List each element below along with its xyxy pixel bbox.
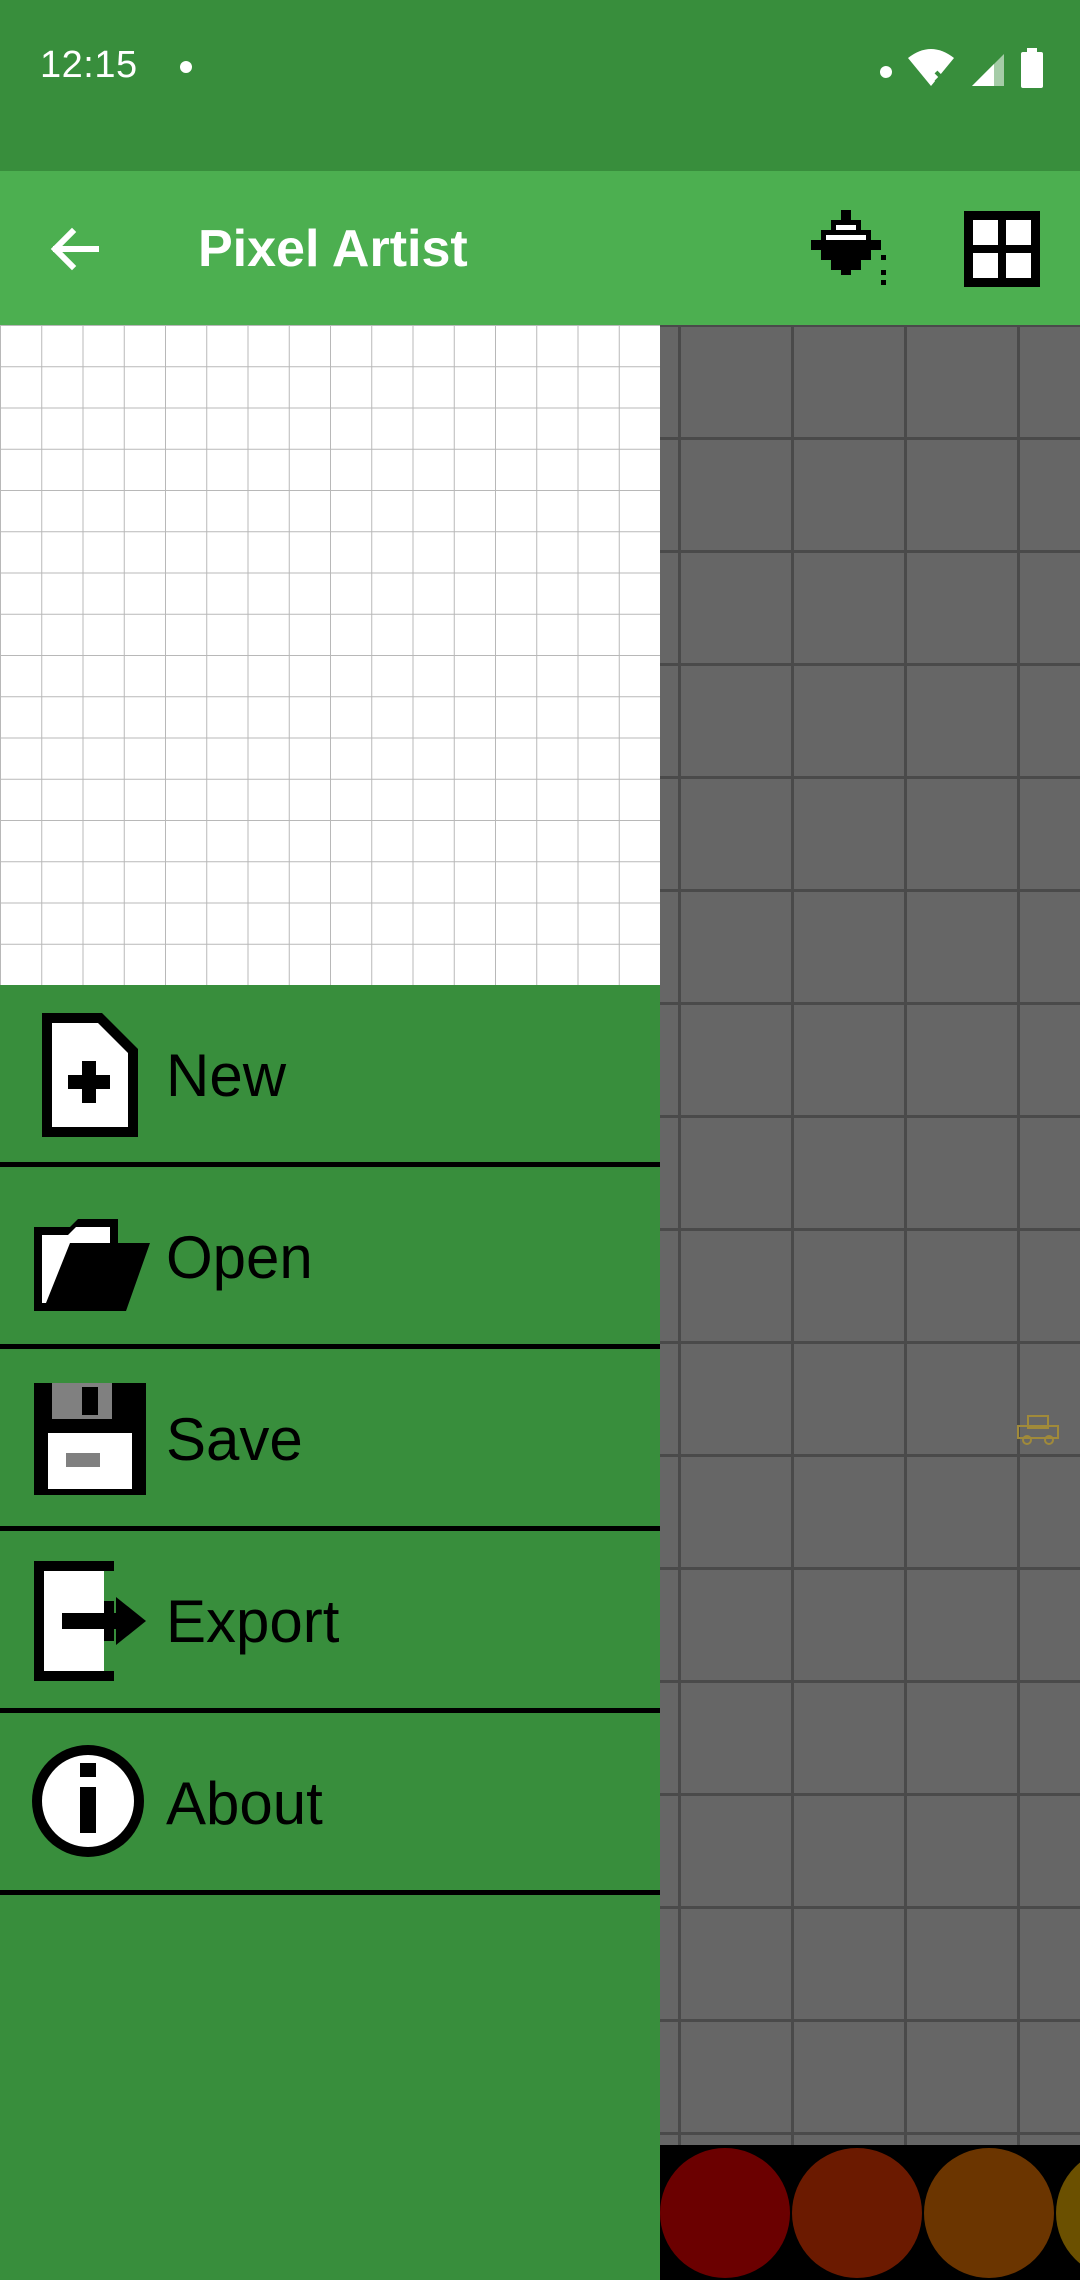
menu-item-new[interactable]: New (0, 985, 660, 1167)
wifi-icon (908, 49, 954, 86)
canvas-preview (0, 325, 660, 985)
cell-signal-icon (972, 54, 1004, 86)
status-bar: 12:15 (0, 0, 1080, 171)
paint-bucket-icon (811, 210, 886, 285)
back-button[interactable] (36, 211, 112, 287)
menu-item-about[interactable]: About (0, 1713, 660, 1895)
floppy-disk-icon (34, 1383, 146, 1495)
app-title: Pixel Artist (198, 220, 468, 278)
battery-icon (1021, 48, 1043, 88)
menu-item-export[interactable]: Export (0, 1531, 660, 1713)
color-palette (660, 2148, 1080, 2280)
color-swatch[interactable] (660, 2148, 790, 2278)
menu-item-open[interactable]: Open (0, 1167, 660, 1349)
app-bar: Pixel Artist (0, 171, 1080, 325)
info-icon (32, 1745, 144, 1857)
arrow-left-icon (50, 227, 99, 271)
grid-toggle-button[interactable] (964, 211, 1040, 287)
status-icons (880, 48, 1044, 88)
menu-label-save: Save (166, 1406, 303, 1473)
menu-label-open: Open (166, 1224, 313, 1291)
car-icon (1017, 1415, 1059, 1445)
color-swatch[interactable] (792, 2148, 922, 2278)
menu-label-new: New (166, 1042, 287, 1109)
notification-dot (180, 61, 192, 73)
menu-label-export: Export (166, 1588, 340, 1655)
status-time: 12:15 (40, 44, 138, 86)
notification-dot (880, 66, 892, 78)
export-icon (34, 1561, 146, 1681)
new-file-icon (42, 1013, 138, 1137)
menu-label-about: About (166, 1770, 323, 1837)
fill-tool-button[interactable] (806, 205, 896, 295)
pixel-canvas[interactable] (660, 325, 1080, 2145)
menu-item-save[interactable]: Save (0, 1349, 660, 1531)
navigation-drawer: New Open Save Export About (0, 325, 660, 2280)
color-swatch[interactable] (924, 2148, 1054, 2278)
grid-icon (964, 211, 1040, 287)
color-swatch[interactable] (1056, 2148, 1080, 2278)
folder-open-icon (34, 1219, 150, 1311)
